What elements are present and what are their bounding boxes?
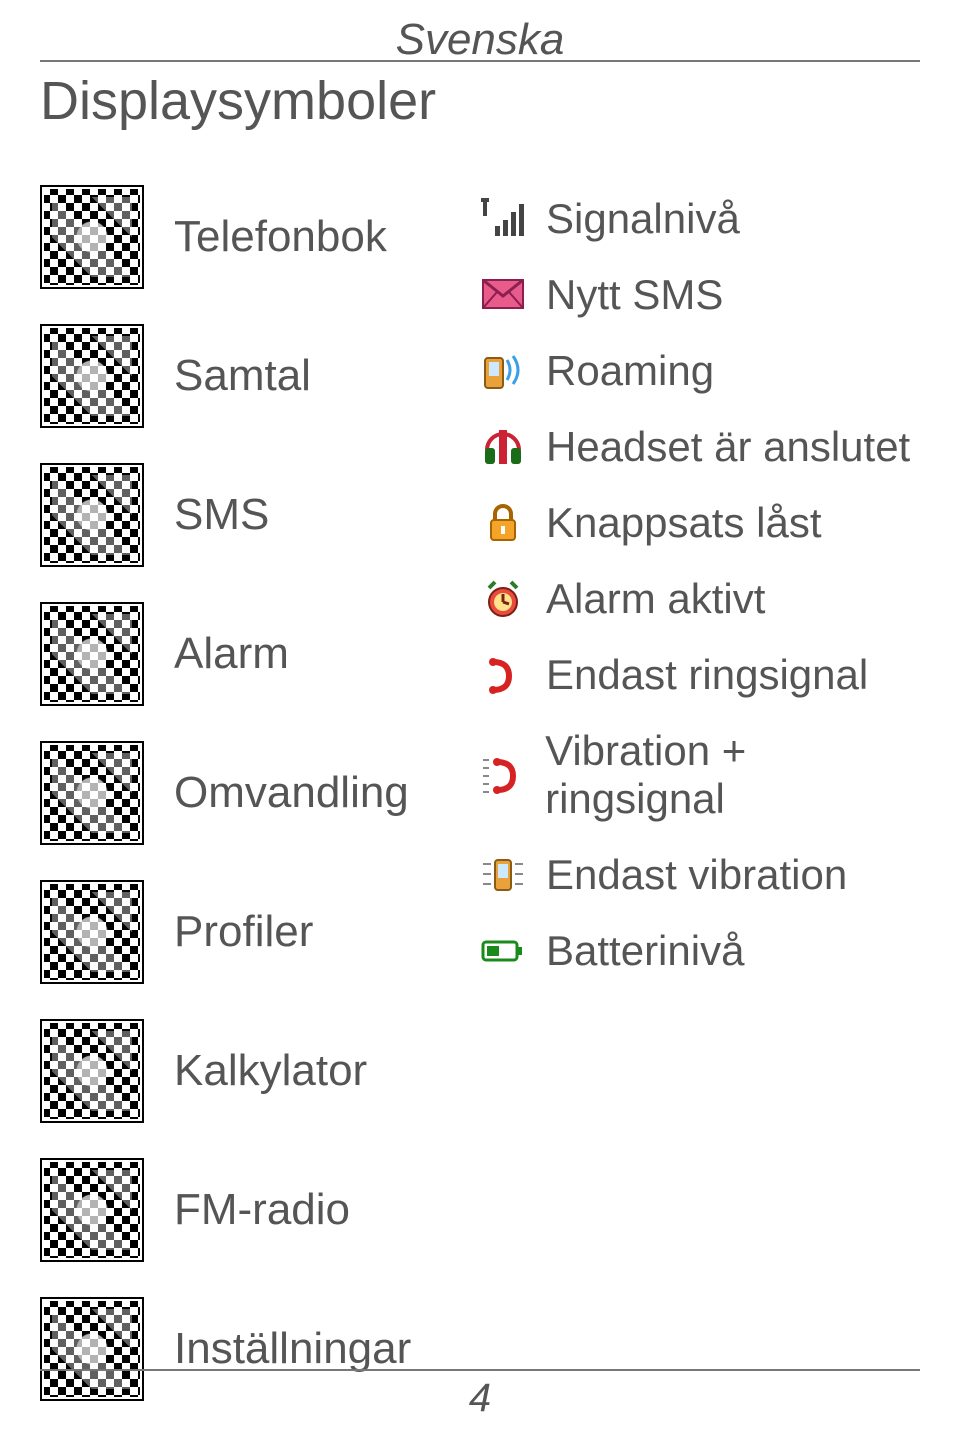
ring-only-icon [480, 654, 526, 696]
list-item-label: Vibration + ringsignal [545, 727, 930, 823]
header-rule [40, 60, 920, 62]
list-item-label: Endast ringsignal [546, 651, 868, 699]
battery-icon [480, 930, 526, 972]
section-title: Displaysymboler [40, 70, 436, 132]
list-item-label: Alarm aktivt [546, 575, 765, 623]
list-item: Batterinivå [480, 927, 930, 975]
list-item: Alarm aktivt [480, 575, 930, 623]
list-item-label: Kalkylator [174, 1046, 367, 1096]
profiles-icon [40, 880, 144, 984]
status-icon-list: Signalnivå Nytt SMS Roaming Headset är a… [480, 195, 930, 1003]
list-item: SMS [40, 463, 470, 567]
list-item: Nytt SMS [480, 271, 930, 319]
fmradio-icon [40, 1158, 144, 1262]
footer-rule [40, 1369, 920, 1371]
list-item-label: Alarm [174, 629, 289, 679]
list-item-label: Nytt SMS [546, 271, 723, 319]
converter-icon [40, 741, 144, 845]
menu-icon-list: Telefonbok Samtal SMS Alarm Omvandling P… [40, 185, 470, 1436]
alarm-active-icon [480, 578, 526, 620]
list-item-label: Signalnivå [546, 195, 740, 243]
list-item-label: Profiler [174, 907, 313, 957]
page-number: 4 [0, 1376, 960, 1421]
vibrate-only-icon [480, 854, 526, 896]
calls-icon [40, 324, 144, 428]
list-item: FM-radio [40, 1158, 470, 1262]
list-item: Alarm [40, 602, 470, 706]
header-language: Svenska [0, 15, 960, 65]
list-item-label: Knappsats låst [546, 499, 822, 547]
list-item: Samtal [40, 324, 470, 428]
list-item-label: SMS [174, 490, 269, 540]
list-item-label: Telefonbok [174, 212, 387, 262]
list-item: Roaming [480, 347, 930, 395]
sms-icon [40, 463, 144, 567]
signal-icon [480, 198, 526, 240]
list-item-label: Batterinivå [546, 927, 744, 975]
roaming-icon [480, 350, 526, 392]
newsms-icon [480, 274, 526, 316]
calculator-icon [40, 1019, 144, 1123]
alarm-icon [40, 602, 144, 706]
list-item-label: Roaming [546, 347, 714, 395]
list-item: Omvandling [40, 741, 470, 845]
list-item: Endast ringsignal [480, 651, 930, 699]
list-item: Vibration + ringsignal [480, 727, 930, 823]
list-item: Endast vibration [480, 851, 930, 899]
list-item-label: Samtal [174, 351, 311, 401]
list-item: Telefonbok [40, 185, 470, 289]
list-item: Signalnivå [480, 195, 930, 243]
headset-icon [480, 426, 526, 468]
list-item: Knappsats låst [480, 499, 930, 547]
list-item: Kalkylator [40, 1019, 470, 1123]
vibrate-ring-icon [480, 754, 525, 796]
phonebook-icon [40, 185, 144, 289]
list-item: Headset är anslutet [480, 423, 930, 471]
list-item: Profiler [40, 880, 470, 984]
list-item-label: Omvandling [174, 768, 409, 818]
list-item-label: Endast vibration [546, 851, 847, 899]
keypad-lock-icon [480, 502, 526, 544]
list-item-label: Headset är anslutet [546, 423, 910, 471]
list-item-label: Inställningar [174, 1324, 411, 1374]
list-item-label: FM-radio [174, 1185, 350, 1235]
